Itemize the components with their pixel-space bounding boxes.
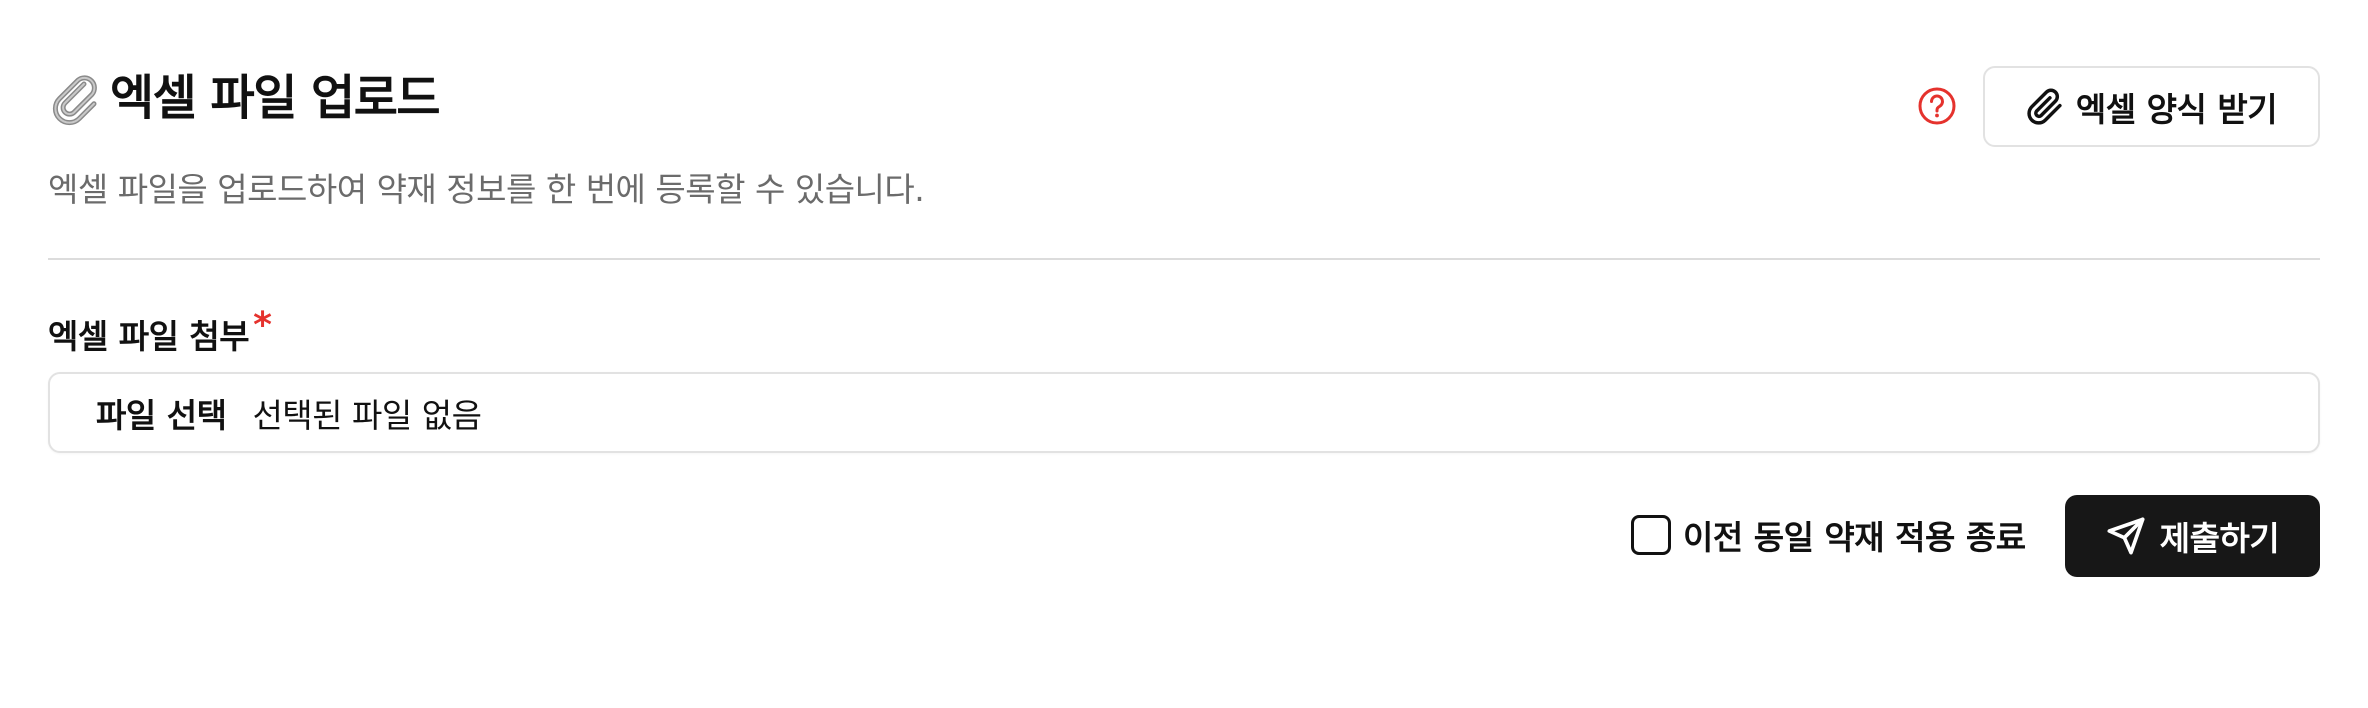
page-header: 엑셀 파일 업로드 xyxy=(48,70,441,126)
download-template-label: 엑셀 양식 받기 xyxy=(2075,89,2278,129)
paperclip-icon xyxy=(2027,88,2062,125)
end-previous-checkbox-label[interactable]: 이전 동일 약재 적용 종료 xyxy=(1683,511,2026,559)
end-previous-checkbox[interactable] xyxy=(1631,515,1671,555)
required-mark: * xyxy=(253,305,272,346)
excel-upload-page: 엑셀 파일 업로드 엑셀 파일을 업로드하여 약재 정보를 한 번에 등록할 수… xyxy=(0,0,2368,708)
submit-button[interactable]: 제출하기 xyxy=(2065,495,2320,577)
send-icon xyxy=(2107,517,2145,555)
end-previous-checkbox-row[interactable]: 이전 동일 약재 적용 종료 xyxy=(1631,510,2026,560)
help-circle-icon[interactable] xyxy=(1917,86,1957,126)
page-title: 엑셀 파일 업로드 xyxy=(110,70,441,126)
file-input[interactable]: 파일 선택 선택된 파일 없음 xyxy=(48,372,2320,453)
file-field-label: 엑셀 파일 첨부 * xyxy=(48,305,272,358)
file-choose-button[interactable]: 파일 선택 xyxy=(96,389,227,437)
file-status-text: 선택된 파일 없음 xyxy=(252,395,482,435)
file-field-label-text: 엑셀 파일 첨부 xyxy=(48,317,250,356)
page-subtitle: 엑셀 파일을 업로드하여 약재 정보를 한 번에 등록할 수 있습니다. xyxy=(48,170,925,209)
paperclip-emoji-icon xyxy=(48,70,104,126)
submit-button-label: 제출하기 xyxy=(2159,519,2280,558)
section-divider xyxy=(48,258,2320,260)
download-template-button[interactable]: 엑셀 양식 받기 xyxy=(1983,66,2320,147)
